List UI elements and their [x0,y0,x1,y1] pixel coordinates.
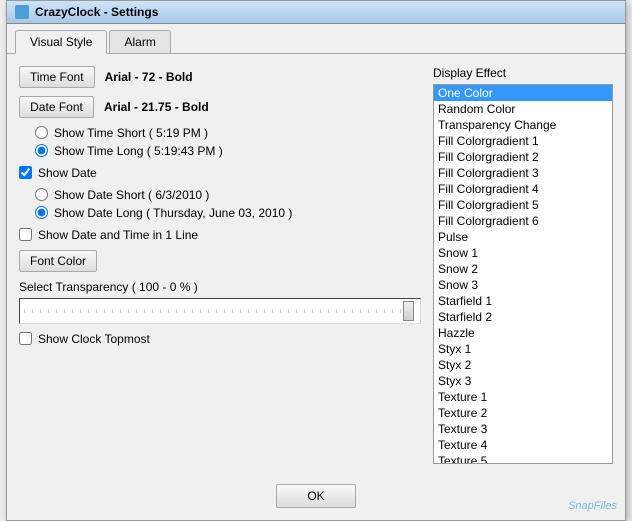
show-clock-topmost-checkbox[interactable] [19,332,32,345]
effect-item[interactable]: Fill Colorgradient 6 [434,213,612,229]
effect-item[interactable]: Texture 3 [434,421,612,437]
effect-item[interactable]: Fill Colorgradient 2 [434,149,612,165]
font-color-row: Font Color [19,250,421,272]
show-time-short-radio[interactable] [35,126,48,139]
effect-item[interactable]: Styx 1 [434,341,612,357]
effect-item[interactable]: Fill Colorgradient 3 [434,165,612,181]
effect-item[interactable]: Texture 4 [434,437,612,453]
effect-item[interactable]: One Color [434,85,612,101]
effect-item[interactable]: Styx 2 [434,357,612,373]
watermark: SnapFiles [568,500,617,512]
time-font-value: Arial - 72 - Bold [105,70,193,84]
effect-item[interactable]: Starfield 1 [434,293,612,309]
show-time-long-item: Show Time Long ( 5:19:43 PM ) [35,144,421,158]
effect-item[interactable]: Hazzle [434,325,612,341]
window-title: CrazyClock - Settings [35,5,158,19]
show-date-long-label: Show Date Long ( Thursday, June 03, 2010… [54,206,292,220]
content-area: Time Font Arial - 72 - Bold Date Font Ar… [7,54,625,476]
tab-bar: Visual Style Alarm [7,24,625,54]
effect-item[interactable]: Styx 3 [434,373,612,389]
effect-item[interactable]: Snow 3 [434,277,612,293]
effect-item[interactable]: Texture 5 [434,453,612,464]
effect-item[interactable]: Texture 1 [434,389,612,405]
show-clock-topmost-item: Show Clock Topmost [19,332,421,346]
transparency-slider-container [19,298,421,324]
effect-item[interactable]: Fill Colorgradient 5 [434,197,612,213]
date-font-row: Date Font Arial - 21.75 - Bold [19,96,421,118]
transparency-label: Select Transparency ( 100 - 0 % ) [19,280,421,294]
font-color-button[interactable]: Font Color [19,250,97,272]
show-date-checkbox[interactable] [19,166,32,179]
show-date-short-item: Show Date Short ( 6/3/2010 ) [35,188,421,202]
effect-item[interactable]: Starfield 2 [434,309,612,325]
effect-item[interactable]: Random Color [434,101,612,117]
show-date-long-item: Show Date Long ( Thursday, June 03, 2010… [35,206,421,220]
effect-item[interactable]: Snow 2 [434,261,612,277]
effect-item[interactable]: Snow 1 [434,245,612,261]
show-time-short-label: Show Time Short ( 5:19 PM ) [54,126,208,140]
show-date-time-1line-item: Show Date and Time in 1 Line [19,228,421,242]
show-time-long-label: Show Time Long ( 5:19:43 PM ) [54,144,223,158]
show-time-short-item: Show Time Short ( 5:19 PM ) [35,126,421,140]
tab-visual-style[interactable]: Visual Style [15,30,107,54]
main-window: CrazyClock - Settings Visual Style Alarm… [6,0,626,521]
show-clock-topmost-label: Show Clock Topmost [38,332,150,346]
left-panel: Time Font Arial - 72 - Bold Date Font Ar… [19,66,421,464]
app-icon [15,5,29,19]
date-font-button[interactable]: Date Font [19,96,94,118]
tab-alarm[interactable]: Alarm [109,30,170,53]
slider-track [24,309,416,313]
slider-thumb[interactable] [403,301,414,321]
effect-item[interactable]: Texture 2 [434,405,612,421]
effect-item[interactable]: Fill Colorgradient 1 [434,133,612,149]
transparency-section: Select Transparency ( 100 - 0 % ) [19,280,421,324]
date-font-value: Arial - 21.75 - Bold [104,100,209,114]
time-font-button[interactable]: Time Font [19,66,95,88]
effect-item[interactable]: Fill Colorgradient 4 [434,181,612,197]
ok-btn-row: OK [7,476,625,520]
effect-item[interactable]: Pulse [434,229,612,245]
show-date-short-radio[interactable] [35,188,48,201]
display-effect-label: Display Effect [433,66,613,80]
show-time-long-radio[interactable] [35,144,48,157]
show-date-time-1line-label: Show Date and Time in 1 Line [38,228,198,242]
show-date-short-label: Show Date Short ( 6/3/2010 ) [54,188,209,202]
effect-item[interactable]: Transparency Change [434,117,612,133]
effect-list[interactable]: One ColorRandom ColorTransparency Change… [433,84,613,464]
time-font-row: Time Font Arial - 72 - Bold [19,66,421,88]
time-format-group: Show Time Short ( 5:19 PM ) Show Time Lo… [35,126,421,158]
date-format-group: Show Date Short ( 6/3/2010 ) Show Date L… [35,188,421,220]
show-date-long-radio[interactable] [35,206,48,219]
ok-button[interactable]: OK [276,484,356,508]
show-date-label: Show Date [38,166,97,180]
show-date-item: Show Date [19,166,421,180]
titlebar: CrazyClock - Settings [7,1,625,24]
show-date-time-1line-checkbox[interactable] [19,228,32,241]
right-panel: Display Effect One ColorRandom ColorTran… [433,66,613,464]
